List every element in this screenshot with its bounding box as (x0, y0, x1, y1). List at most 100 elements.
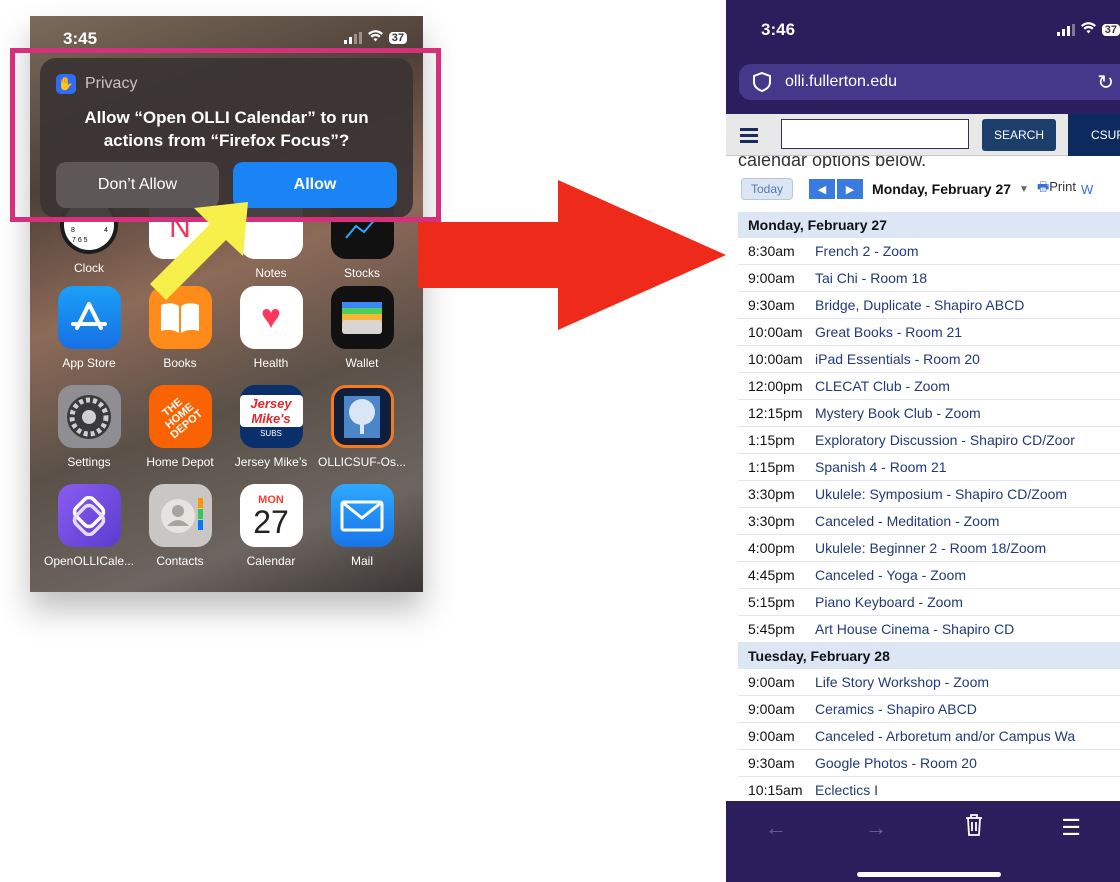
url-text: olli.fullerton.edu (785, 73, 898, 90)
event-row: 10:15am Eclectics I (738, 777, 1120, 801)
status-icons: 37 (343, 30, 407, 45)
event-link[interactable]: Eclectics I (815, 782, 878, 798)
trash-icon[interactable] (965, 814, 983, 842)
app-ollicsuf[interactable]: OLLICSUF-Os... (317, 385, 407, 469)
firefox-focus-browser: 3:46 37 olli.fullerton.edu ↻ SEARCH CSUF… (726, 0, 1120, 882)
event-link[interactable]: Canceled - Yoga - Zoom (815, 567, 966, 583)
menu-icon[interactable]: ☰ (1061, 815, 1081, 841)
app-home-depot[interactable]: THE HOME DEPOT Home Depot (135, 385, 225, 469)
event-link[interactable]: Bridge, Duplicate - Shapiro ABCD (815, 297, 1024, 313)
app-open-olli-calendar[interactable]: OpenOLLICale... (44, 484, 134, 568)
event-link[interactable]: Exploratory Discussion - Shapiro CD/Zoor (815, 432, 1075, 448)
app-label: Settings (67, 455, 111, 469)
event-time: 10:00am (748, 324, 803, 340)
event-time: 1:15pm (748, 432, 795, 448)
app-label: Home Depot (146, 455, 214, 469)
calendar-toolbar: Today ◀ ▶ Monday, February 27 ▼ 🖶Print W (726, 174, 1120, 204)
event-time: 4:45pm (748, 567, 795, 583)
event-link[interactable]: Ukulele: Beginner 2 - Room 18/Zoom (815, 540, 1046, 556)
calendar-icon: MON 27 (239, 484, 303, 547)
event-time: 3:30pm (748, 486, 795, 502)
event-link[interactable]: Google Photos - Room 20 (815, 755, 977, 771)
app-label: Stocks (343, 266, 380, 280)
event-link[interactable]: Life Story Workshop - Zoom (815, 674, 989, 690)
app-wallet[interactable]: Wallet (317, 286, 407, 370)
event-list: Monday, February 27 8:30am French 2 - Zoom… (738, 212, 1120, 801)
event-row: 1:15pm Exploratory Discussion - Shapiro C… (738, 427, 1120, 454)
event-link[interactable]: Spanish 4 - Room 21 (815, 459, 947, 475)
event-time: 10:00am (748, 351, 803, 367)
event-time: 1:15pm (748, 459, 795, 475)
search-button[interactable]: SEARCH (982, 119, 1056, 151)
event-link[interactable]: CLECAT Club - Zoom (815, 378, 950, 394)
wifi-icon (367, 30, 383, 45)
app-settings[interactable]: Settings (44, 385, 134, 469)
event-link[interactable]: Mystery Book Club - Zoom (815, 405, 981, 421)
clipped-intro-text: calendar options below. (738, 156, 927, 168)
app-jersey-mikes[interactable]: Jersey Mike's SUBS Jersey Mike’s (226, 385, 316, 469)
next-day-icon[interactable]: ▶ (837, 179, 864, 199)
app-contacts[interactable]: Contacts (135, 484, 225, 568)
forward-arrow-icon[interactable]: → (865, 815, 887, 841)
reload-icon[interactable]: ↻ (1097, 70, 1114, 95)
app-label: Health (253, 356, 289, 370)
event-row: 4:45pm Canceled - Yoga - Zoom (738, 562, 1120, 589)
composite-screenshot: 3:45 37 7 6 584 Clock N Ne Notes (0, 0, 1120, 882)
event-link[interactable]: Canceled - Meditation - Zoom (815, 513, 999, 529)
event-link[interactable]: Art House Cinema - Shapiro CD (815, 621, 1014, 637)
app-mail[interactable]: Mail (317, 484, 407, 568)
event-row: 9:00am Tai Chi - Room 18 (738, 265, 1120, 292)
signal-icon (343, 31, 362, 44)
svg-text:7 6 5: 7 6 5 (72, 237, 88, 244)
event-row: 12:15pm Mystery Book Club - Zoom (738, 400, 1120, 427)
event-link[interactable]: Ceramics - Shapiro ABCD (815, 701, 977, 717)
svg-text:8: 8 (71, 227, 75, 234)
app-label: Mail (350, 554, 373, 568)
event-link[interactable]: Tai Chi - Room 18 (815, 270, 927, 286)
event-time: 5:45pm (748, 621, 795, 637)
event-link[interactable]: Great Books - Room 21 (815, 324, 962, 340)
csuf-link[interactable]: CSUF (1068, 114, 1120, 156)
shield-icon (753, 71, 771, 93)
event-row: 5:45pm Art House Cinema - Shapiro CD (738, 616, 1120, 643)
jersey-logo-sub: SUBS (260, 429, 282, 438)
current-date-title: Monday, February 27 (872, 181, 1012, 197)
event-time: 9:00am (748, 728, 795, 744)
app-calendar[interactable]: MON 27 Calendar (226, 484, 316, 568)
event-time: 9:30am (748, 297, 795, 313)
event-link[interactable]: Ukulele: Symposium - Shapiro CD/Zoom (815, 486, 1067, 502)
event-link[interactable]: iPad Essentials - Room 20 (815, 351, 980, 367)
jersey-logo-text: Jersey Mike's (239, 395, 303, 427)
printer-icon: 🖶 (1036, 179, 1050, 194)
svg-text:4: 4 (104, 227, 108, 234)
day-heading: Monday, February 27 (738, 212, 1120, 238)
app-label: Jersey Mike’s (234, 455, 308, 469)
event-link[interactable]: Piano Keyboard - Zoom (815, 594, 963, 610)
status-icons: 37 (1056, 22, 1120, 37)
back-arrow-icon[interactable]: ← (765, 815, 787, 841)
app-app-store[interactable]: App Store (44, 286, 134, 370)
dropdown-chevron-icon[interactable]: ▼ (1019, 184, 1029, 195)
status-time: 3:46 (761, 20, 796, 39)
status-time: 3:45 (63, 29, 98, 48)
search-input[interactable] (781, 119, 969, 149)
calendar-icon-day: 27 (253, 503, 289, 540)
event-link[interactable]: French 2 - Zoom (815, 243, 918, 259)
web-content: SEARCH CSUF calendar options below. Toda… (726, 114, 1120, 801)
event-time: 5:15pm (748, 594, 795, 610)
event-row: 9:30am Google Photos - Room 20 (738, 750, 1120, 777)
hamburger-menu-icon[interactable] (740, 128, 758, 146)
event-time: 4:00pm (748, 540, 795, 556)
event-link[interactable]: Canceled - Arboretum and/or Campus Wa (815, 728, 1075, 744)
event-time: 9:00am (748, 674, 795, 690)
url-bar[interactable]: olli.fullerton.edu ↻ (739, 64, 1120, 100)
prev-day-icon[interactable]: ◀ (809, 179, 836, 199)
app-label: Clock (73, 261, 104, 275)
event-row: 9:00am Canceled - Arboretum and/or Campus… (738, 723, 1120, 750)
app-store-icon (57, 286, 121, 349)
app-label: Contacts (156, 554, 204, 568)
browser-toolbar: ← → ☰ (726, 801, 1120, 855)
week-link[interactable]: W (1081, 182, 1093, 197)
print-link[interactable]: 🖶Print (1037, 178, 1076, 200)
today-button[interactable]: Today (741, 178, 794, 200)
